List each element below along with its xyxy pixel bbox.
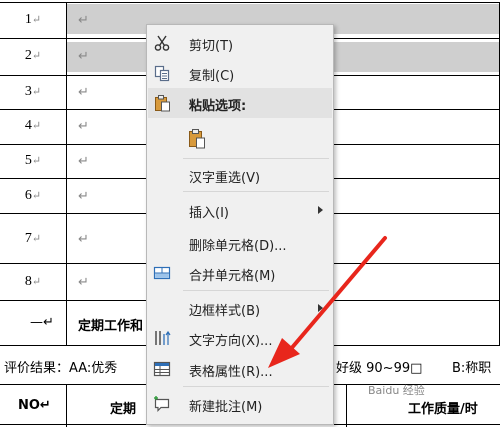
scissors-icon <box>154 35 170 51</box>
paste-icon <box>155 95 170 112</box>
paste-options-header: 粘贴选项: <box>147 90 333 116</box>
paragraph-mark: ↵ <box>78 231 89 246</box>
menu-item-insert[interactable]: 插入(I) <box>147 197 333 223</box>
menu-item-merge-cells[interactable]: 合并单元格(M) <box>147 260 333 286</box>
menu-item-label: 剪切(T) <box>189 39 234 54</box>
chevron-right-icon <box>318 206 323 214</box>
header-no: NO↵ <box>18 398 51 413</box>
header-quality: 工作质量/时 <box>408 402 478 417</box>
menu-item-cut[interactable]: 剪切(T) <box>147 30 333 56</box>
header-definition: 定期 <box>110 402 137 417</box>
copy-icon <box>154 65 170 82</box>
menu-item-label: 文字方向(X)... <box>189 334 273 349</box>
paragraph-mark: ↵ <box>78 274 89 289</box>
menu-item-label: 表格属性(R)... <box>189 365 273 380</box>
new-comment-icon <box>154 396 170 412</box>
paragraph-mark: ↵ <box>78 48 89 63</box>
menu-item-label: 复制(C) <box>189 69 235 84</box>
paragraph-mark: ↵ <box>78 84 89 99</box>
merge-cells-icon <box>153 266 171 280</box>
paragraph-mark: ↵ <box>78 118 89 133</box>
menu-item-new-comment[interactable]: 新建批注(M) <box>147 391 333 417</box>
row-number: 1↵ <box>24 12 42 27</box>
paragraph-mark: ↵ <box>78 188 89 203</box>
menu-item-label: 删除单元格(D)... <box>189 239 287 254</box>
row-number: 5↵ <box>24 153 42 168</box>
menu-item-border-styles[interactable]: 边框样式(B) <box>147 295 333 321</box>
paragraph-mark: ↵ <box>78 153 89 168</box>
menu-item-label: 粘贴选项: <box>189 99 247 114</box>
menu-item-table-properties[interactable]: 表格属性(R)... <box>147 356 333 382</box>
menu-item-label: 边框样式(B) <box>189 304 261 319</box>
row-dash-label: —↵ <box>30 315 54 330</box>
row-number: 7↵ <box>24 231 42 246</box>
row-number: 8↵ <box>24 274 42 289</box>
menu-item-reconvert[interactable]: 汉字重选(V) <box>147 162 333 188</box>
row-text: 定期工作和 <box>78 319 144 334</box>
menu-item-text-direction[interactable]: 文字方向(X)... <box>147 325 333 351</box>
row-number: 6↵ <box>24 188 42 203</box>
menu-item-label: 新建批注(M) <box>189 400 263 415</box>
paragraph-mark: ↵ <box>78 12 89 27</box>
text-direction-icon <box>155 330 171 345</box>
menu-item-copy[interactable]: 复制(C) <box>147 60 333 86</box>
evaluation-grade-text: 好级 90~99□ <box>336 361 423 376</box>
evaluation-text: 评价结果：AA:优秀 <box>4 361 118 376</box>
row-number: 3↵ <box>24 84 42 99</box>
watermark-text: Baidu 经验 <box>368 384 425 397</box>
evaluation-b-text: B:称职 <box>452 361 492 376</box>
context-menu: 剪切(T) 复制(C) 粘贴选项: 汉字重选(V) 插入(I) 删除单元格(D)… <box>146 24 334 425</box>
paste-keep-format-icon <box>189 129 205 149</box>
row-number: 4↵ <box>24 118 42 133</box>
row-number: 2↵ <box>24 48 42 63</box>
menu-item-label: 合并单元格(M) <box>189 269 276 284</box>
table-properties-icon <box>153 361 171 377</box>
menu-item-label: 汉字重选(V) <box>189 171 261 186</box>
menu-item-delete-cells[interactable]: 删除单元格(D)... <box>147 230 333 256</box>
chevron-right-icon <box>318 304 323 312</box>
paste-keep-format-button[interactable] <box>147 124 333 154</box>
menu-item-label: 插入(I) <box>189 206 229 221</box>
